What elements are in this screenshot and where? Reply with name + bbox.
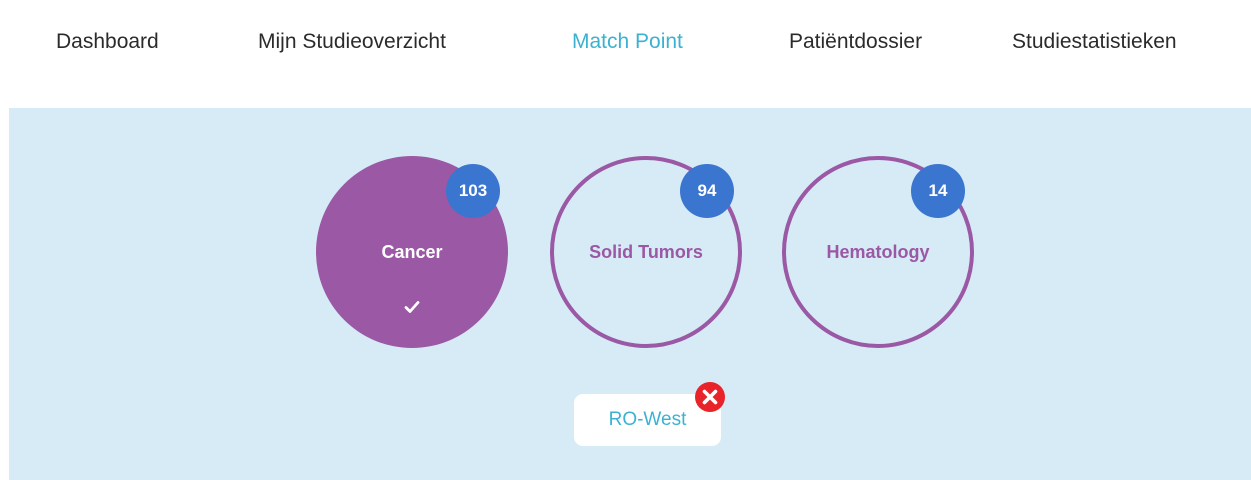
close-icon[interactable]	[694, 381, 726, 413]
category-hematology-label: Hematology	[826, 242, 930, 262]
nav-item-studiestatistieken[interactable]: Studiestatistieken	[1012, 30, 1177, 54]
category-cancer-label: Cancer	[381, 242, 443, 262]
category-solid-tumors-count-badge: 94	[680, 164, 734, 218]
nav-item-patientdossier[interactable]: Patiëntdossier	[789, 30, 922, 54]
category-cancer-count-badge: 103	[446, 164, 500, 218]
category-hematology-count-badge: 14	[911, 164, 965, 218]
top-navigation: Dashboard Mijn Studieoverzicht Match Poi…	[0, 0, 1251, 108]
check-icon	[316, 300, 508, 319]
nav-item-mijn-studieoverzicht[interactable]: Mijn Studieoverzicht	[258, 30, 446, 54]
nav-item-match-point[interactable]: Match Point	[572, 30, 683, 54]
nav-item-dashboard[interactable]: Dashboard	[56, 30, 159, 54]
match-point-panel: Cancer 103 Solid Tumors 94 Hematology 14…	[9, 108, 1251, 480]
category-solid-tumors-label: Solid Tumors	[589, 242, 703, 262]
